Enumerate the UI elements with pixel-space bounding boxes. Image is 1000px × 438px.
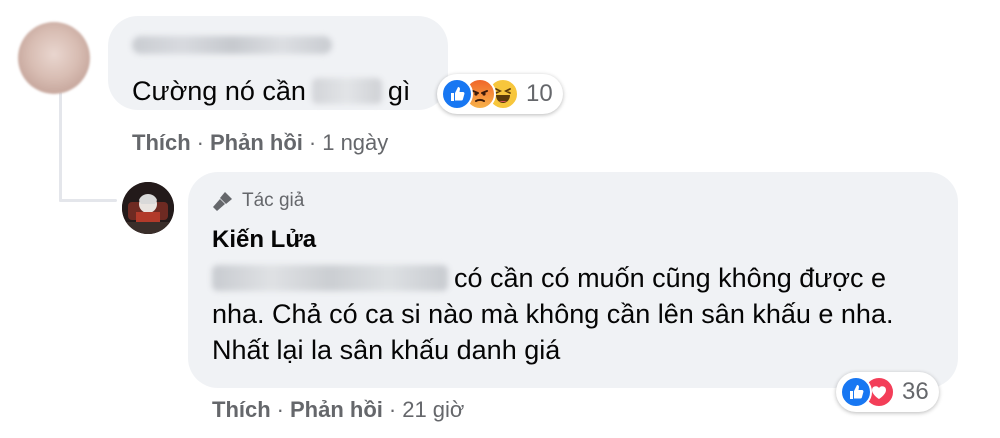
- author-badge: Tác giả: [212, 190, 304, 212]
- comment-text-before: Cường nó cần: [132, 76, 306, 106]
- reaction-summary[interactable]: 10: [437, 74, 563, 114]
- comment-actions: Thích · Phản hồi · 1 ngày: [132, 130, 389, 155]
- comment-text: Cường nó cần gì: [132, 74, 410, 108]
- reaction-count: 36: [902, 378, 929, 405]
- commenter-name-blurred[interactable]: [132, 36, 332, 54]
- blurred-mention[interactable]: [212, 265, 448, 291]
- like-icon: [441, 78, 473, 110]
- like-icon: [840, 376, 872, 408]
- like-link[interactable]: Thích: [132, 130, 191, 155]
- author-name[interactable]: Kiến Lửa: [212, 226, 316, 254]
- reply-link[interactable]: Phản hồi: [290, 397, 383, 422]
- reply-text: có cần có muốn cũng không được e nha. Ch…: [212, 260, 932, 368]
- thread-connector: [59, 92, 62, 202]
- thread-connector-branch: [59, 199, 117, 202]
- author-badge-label: Tác giả: [242, 190, 305, 211]
- reaction-count: 10: [526, 80, 553, 107]
- reply-actions: Thích · Phản hồi · 21 giờ: [212, 397, 465, 422]
- reply-link[interactable]: Phản hồi: [210, 130, 303, 155]
- microphone-icon: [213, 192, 232, 211]
- author-avatar[interactable]: [122, 182, 174, 234]
- reaction-summary[interactable]: 36: [836, 372, 939, 412]
- comment-text-after: gì: [387, 76, 411, 106]
- blurred-word: [311, 78, 382, 104]
- like-link[interactable]: Thích: [212, 397, 271, 422]
- timestamp[interactable]: 21 giờ: [402, 397, 464, 422]
- timestamp[interactable]: 1 ngày: [322, 130, 388, 155]
- commenter-avatar[interactable]: [18, 22, 90, 94]
